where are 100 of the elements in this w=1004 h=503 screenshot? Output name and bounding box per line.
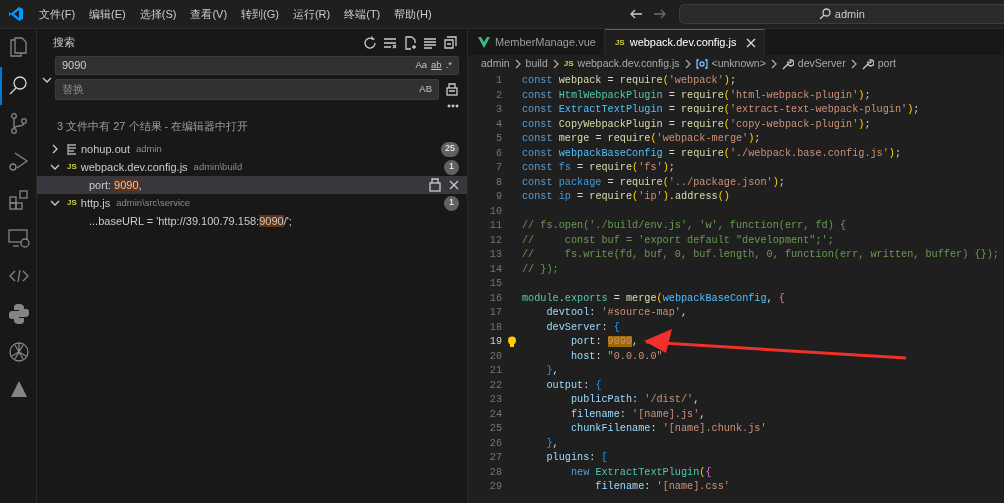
app-logo-icon[interactable] — [8, 6, 24, 22]
back-arrow-icon[interactable] — [628, 8, 643, 20]
code-line: // fs.write(fd, buf, 0, buf.length, 0, function(err, written, buffer) {}); — [522, 248, 999, 262]
search-match[interactable]: ...baseURL = 'http://39.100.79.158:9090/'; — [89, 212, 459, 230]
line-number: 22 — [488, 378, 502, 393]
file-type-label: JS — [67, 161, 77, 173]
code-line: output: { — [545, 378, 602, 393]
line-number: 8 — [494, 175, 502, 190]
clear-results-icon[interactable] — [383, 35, 397, 50]
code-line: filename: '[name].js', — [569, 407, 706, 422]
menu-item[interactable]: 查看(V) — [183, 5, 235, 23]
close-icon[interactable] — [449, 180, 459, 190]
code-line: const ExtractTextPlugin = require('extract-text-webpack-plugin'); — [522, 103, 920, 117]
menu-item[interactable]: 运行(R) — [285, 5, 338, 23]
line-number: 24 — [488, 407, 502, 422]
text-file-icon — [67, 143, 77, 155]
file-type-label: JS — [67, 197, 77, 209]
preserve-case-toggle[interactable]: AB — [417, 81, 434, 97]
wrench-icon — [781, 58, 794, 70]
new-file-icon[interactable] — [403, 35, 417, 50]
blocks-icon[interactable] — [7, 188, 31, 212]
file-path: admin — [135, 141, 163, 156]
code-line: chunkFilename: '[name].chunk.js' — [569, 422, 767, 436]
code-line: new ExtractTextPlugin({ — [569, 465, 712, 480]
lightbulb-icon[interactable] — [507, 336, 517, 349]
replace-field[interactable]: 替换 AB — [55, 78, 439, 100]
line-number: 11 — [488, 219, 502, 233]
result-count: 1 — [444, 195, 459, 211]
refresh-icon[interactable] — [363, 35, 377, 50]
code-line: module.exports = merge(webpackBaseConfig, { — [522, 291, 785, 306]
breadcrumb-item[interactable]: admin — [481, 56, 510, 72]
more-icon[interactable] — [447, 103, 459, 108]
menu-item[interactable]: 帮助(H) — [387, 5, 439, 23]
match-case-toggle[interactable]: Aa — [413, 58, 430, 73]
file-path: admin\build — [193, 159, 244, 174]
menu-item[interactable]: 转到(G) — [234, 5, 286, 23]
line-number: 5 — [494, 132, 502, 146]
line-number: 17 — [488, 306, 502, 320]
regex-toggle[interactable]: .* — [443, 58, 454, 73]
line-number: 1 — [494, 74, 502, 88]
line-number: 10 — [488, 204, 502, 219]
breadcrumb-item[interactable]: <unknown> — [711, 56, 766, 72]
command-center[interactable]: admin — [678, 4, 1004, 24]
line-number: 15 — [488, 277, 502, 291]
file-name[interactable]: http.js — [80, 194, 111, 212]
menu-item[interactable]: 终端(T) — [337, 5, 388, 23]
code-line: filename: '[name].css' — [594, 480, 730, 494]
breadcrumb-item[interactable]: devServer — [797, 56, 846, 72]
code-line: plugins: [ — [545, 451, 608, 465]
replace-icon[interactable] — [429, 178, 441, 192]
search-icon — [818, 8, 831, 20]
code-line: }, — [545, 436, 559, 451]
code-line: const ip = require('ip').address() — [522, 190, 730, 204]
menu-item[interactable]: 编辑(E) — [82, 5, 133, 23]
wrench-icon — [861, 58, 874, 70]
code-line: devServer: { — [545, 320, 620, 335]
line-number: 20 — [488, 349, 502, 364]
menu-item[interactable]: 选择(S) — [132, 5, 184, 23]
collapse-icon[interactable] — [423, 35, 437, 50]
snakes-icon[interactable] — [7, 302, 31, 326]
line-number: 27 — [488, 451, 502, 465]
code-line: port: 9090, — [569, 335, 639, 349]
code-line: publicPath: '/dist/', — [569, 393, 700, 407]
breadcrumb-item[interactable]: build — [525, 56, 548, 72]
forward-arrow-icon[interactable] — [652, 8, 667, 20]
editor-tab[interactable]: JS webpack.dev.config.js — [604, 29, 765, 55]
replace-all-icon[interactable] — [445, 82, 459, 96]
open-in-editor-link[interactable]: 在编辑器中打开 — [171, 119, 249, 132]
whole-word-toggle[interactable]: ab — [429, 58, 444, 73]
code-line: }, — [545, 364, 559, 378]
chevron-right-icon — [769, 59, 778, 69]
line-number: 23 — [488, 393, 502, 407]
code-line: const fs = require('fs'); — [522, 161, 675, 175]
code-line: const CopyWebpackPlugin = require('copy-webpack-plugin'); — [522, 117, 871, 132]
file-name[interactable]: webpack.dev.config.js — [80, 158, 188, 176]
code-line: host: "0.0.0.0" — [569, 349, 663, 364]
line-number: 18 — [488, 320, 502, 335]
results-summary: 3 文件中有 27 个结果 - — [57, 119, 170, 132]
code-line: // fs.open('./build/env.js', 'w', function(err, fd) { — [522, 219, 846, 233]
code-line: const webpack = require('webpack'); — [522, 74, 737, 88]
chevron-right-icon — [849, 59, 858, 69]
line-number: 21 — [488, 364, 502, 378]
breadcrumb-item[interactable]: webpack.dev.config.js — [577, 56, 680, 72]
line-number: 3 — [494, 103, 502, 117]
line-number: 9 — [494, 190, 502, 204]
close-icon[interactable] — [745, 37, 756, 48]
line-number: 4 — [494, 117, 502, 132]
vue-file-icon — [478, 37, 490, 48]
file-name[interactable]: nohup.out — [81, 140, 130, 158]
expand-all-icon[interactable] — [443, 35, 457, 50]
search-field[interactable]: 9090 Aa ab .* — [55, 56, 459, 75]
monitor-icon[interactable] — [7, 226, 31, 250]
menu-item[interactable]: 文件(F) — [32, 5, 83, 23]
breadcrumb-item[interactable]: port — [877, 56, 896, 72]
line-number: 6 — [494, 146, 502, 161]
code-line: const webpackBaseConfig = require('./webpack.base.config.js'); — [522, 146, 902, 161]
line-number: 7 — [494, 161, 502, 175]
editor-tab[interactable]: MemberManage.vue — [468, 29, 605, 55]
chevron-right-icon — [683, 59, 692, 69]
chevron-right-icon — [551, 59, 560, 69]
